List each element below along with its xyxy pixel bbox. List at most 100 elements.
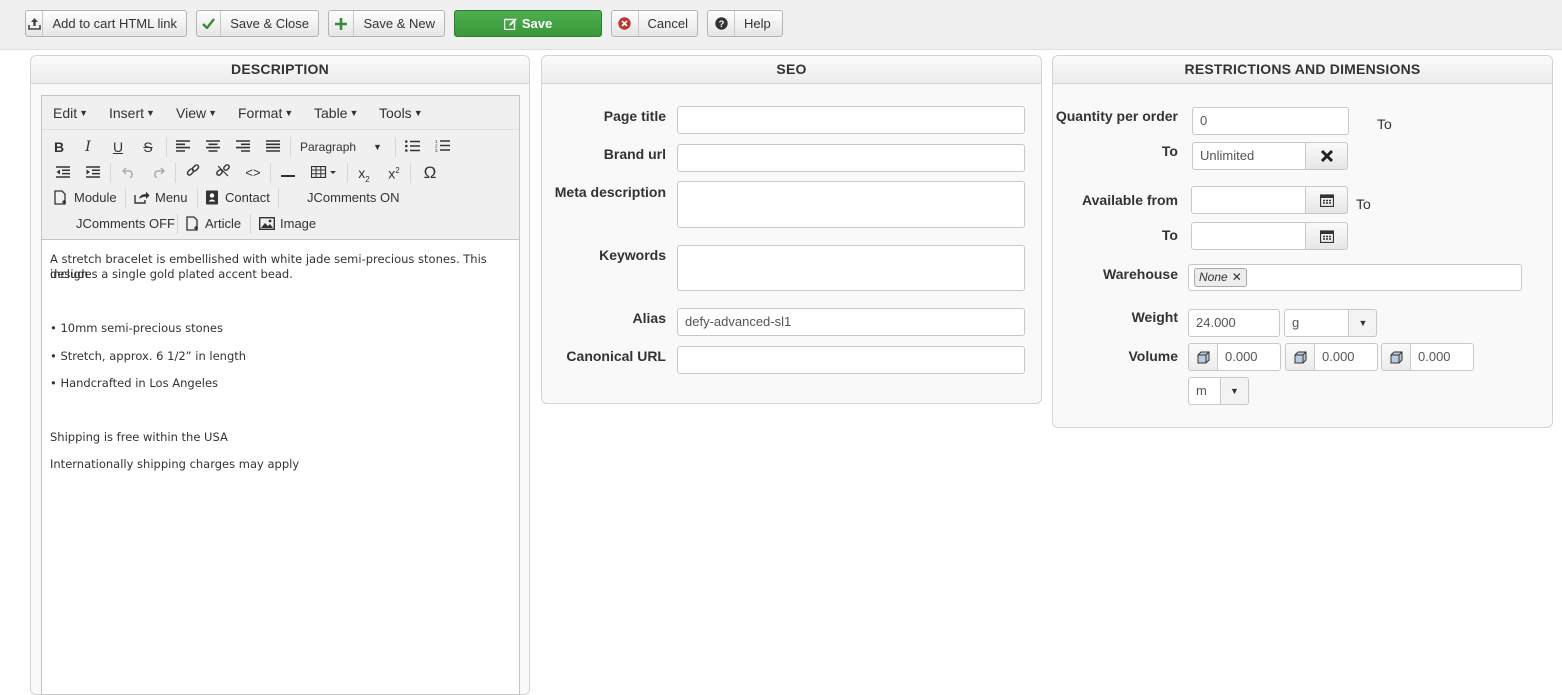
editor-content[interactable]: A stretch bracelet is embellished with w… [42, 240, 519, 695]
canonical-url-input[interactable] [677, 346, 1025, 374]
menu-tools-label: Tools [379, 105, 412, 121]
volume-unit-select[interactable]: m ▼ [1188, 377, 1249, 405]
volume-x-input[interactable]: 0.000 [1217, 343, 1281, 371]
italic-icon[interactable]: I [80, 137, 96, 157]
help-button[interactable]: ? Help [707, 10, 783, 37]
paragraph: includes a single gold plated accent bea… [50, 267, 293, 281]
quantity-to-input[interactable]: Unlimited [1192, 142, 1307, 170]
weight-unit-select[interactable]: g ▼ [1284, 309, 1377, 337]
plus-icon [329, 11, 355, 36]
quantity-from-input[interactable]: 0 [1192, 107, 1349, 135]
contact-button[interactable]: Contact [205, 188, 273, 208]
menu-format[interactable]: Format ▼ [238, 105, 293, 121]
subscript-icon[interactable]: x2 [356, 163, 372, 190]
cancel-button[interactable]: Cancel [611, 10, 698, 37]
superscript-icon[interactable]: x2 [386, 161, 402, 184]
rich-text-editor: Edit ▼ Insert ▼ View ▼ Format ▼ Table ▼ Tools… [41, 95, 520, 695]
edit-icon [503, 17, 517, 30]
code-icon[interactable]: <> [245, 163, 261, 183]
available-to-label: To [1161, 227, 1178, 243]
keywords-label: Keywords [599, 247, 666, 263]
document-plus-icon [54, 190, 66, 205]
keywords-textarea[interactable] [677, 245, 1025, 291]
toolbar-separator [125, 188, 126, 208]
strikethrough-icon[interactable]: S [140, 137, 156, 157]
editor-toolbar: Edit ▼ Insert ▼ View ▼ Format ▼ Table ▼ Tools… [42, 96, 519, 240]
link-icon[interactable] [185, 163, 201, 183]
volume-y-addon [1285, 343, 1315, 371]
description-title: DESCRIPTION [31, 56, 529, 84]
remove-icon[interactable]: ✕ [1232, 270, 1242, 284]
numbered-list-icon[interactable]: 123 [434, 137, 450, 157]
toolbar: Add to cart HTML link Save & Close Save … [0, 0, 1562, 50]
available-from-label: Available from [1082, 192, 1178, 208]
menu-insert[interactable]: Insert ▼ [109, 105, 155, 121]
volume-y-input[interactable]: 0.000 [1314, 343, 1378, 371]
align-right-icon[interactable] [235, 137, 251, 157]
weight-input[interactable]: 24.000 [1188, 309, 1280, 337]
description-panel: DESCRIPTION Edit ▼ Insert ▼ View ▼ Format ▼ … [30, 55, 530, 695]
svg-text:3: 3 [435, 148, 438, 152]
meta-description-textarea[interactable] [677, 181, 1025, 228]
brand-url-input[interactable] [677, 144, 1025, 172]
cube-icon [1390, 351, 1402, 363]
calendar-from-button[interactable] [1305, 186, 1348, 214]
format-select[interactable]: Paragraph ▼ [300, 137, 386, 157]
align-center-icon[interactable] [205, 137, 221, 157]
horizontal-rule-icon[interactable] [280, 163, 296, 183]
menu-tools[interactable]: Tools ▼ [379, 105, 423, 121]
page-title-input[interactable] [677, 106, 1025, 134]
add-to-cart-html-link-button[interactable]: Add to cart HTML link [25, 10, 187, 37]
undo-icon[interactable] [120, 163, 136, 183]
calendar-icon [1319, 193, 1334, 207]
toolbar-separator [177, 214, 178, 234]
alias-input[interactable]: defy-advanced-sl1 [677, 308, 1025, 336]
image-button[interactable]: Image [258, 214, 319, 234]
bold-icon[interactable]: B [51, 137, 67, 157]
image-label: Image [280, 216, 317, 231]
available-from-input[interactable] [1191, 186, 1307, 214]
table-icon[interactable] [310, 163, 340, 183]
align-left-icon[interactable] [175, 137, 191, 157]
jcomments-off-button[interactable]: JComments OFF [76, 214, 176, 234]
volume-z-input[interactable]: 0.000 [1410, 343, 1474, 371]
page-title-label: Page title [603, 108, 666, 124]
caret-down-icon: ▼ [1220, 378, 1248, 404]
article-button[interactable]: Article [186, 214, 246, 234]
align-justify-icon[interactable] [265, 137, 281, 157]
volume-unit-value: m [1196, 383, 1207, 398]
save-button[interactable]: Save [454, 10, 602, 37]
jcomments-on-button[interactable]: JComments ON [307, 188, 407, 208]
redo-icon[interactable] [150, 163, 166, 183]
menu-edit[interactable]: Edit ▼ [53, 105, 88, 121]
unlink-icon[interactable] [215, 163, 231, 183]
jcomments-on-label: JComments ON [307, 190, 400, 205]
available-to-input[interactable] [1191, 222, 1307, 250]
menu-button[interactable]: Menu [134, 188, 194, 208]
meta-description-label: Meta description [554, 184, 666, 200]
module-button[interactable]: Module [54, 188, 120, 208]
caret-down-icon: ▼ [373, 142, 382, 152]
paragraph: Internationally shipping charges may app… [50, 457, 300, 471]
underline-icon[interactable]: U [110, 137, 126, 157]
bullet-list-icon[interactable] [404, 137, 420, 157]
list-item: • Handcrafted in Los Angeles [50, 376, 219, 390]
quantity-to-label: To [1161, 143, 1178, 159]
address-book-icon [206, 190, 218, 205]
calendar-to-button[interactable] [1305, 222, 1348, 250]
save-new-button[interactable]: Save & New [328, 10, 445, 37]
editor-menubar: Edit ▼ Insert ▼ View ▼ Format ▼ Table ▼ Tools… [42, 96, 519, 130]
alias-label: Alias [632, 310, 666, 326]
indent-icon[interactable] [85, 163, 101, 183]
special-character-icon[interactable]: Ω [421, 163, 439, 183]
caret-down-icon: ▼ [413, 108, 423, 118]
save-close-button[interactable]: Save & Close [196, 10, 319, 37]
toolbar-separator [197, 188, 198, 208]
clear-quantity-button[interactable] [1305, 142, 1348, 170]
outdent-icon[interactable] [55, 163, 71, 183]
menu-view[interactable]: View ▼ [176, 105, 217, 121]
seo-panel: SEO Page title Brand url Meta descriptio… [541, 55, 1042, 404]
toolbar-separator [290, 137, 291, 157]
menu-table[interactable]: Table ▼ [314, 105, 358, 121]
warehouse-label: Warehouse [1103, 266, 1178, 282]
